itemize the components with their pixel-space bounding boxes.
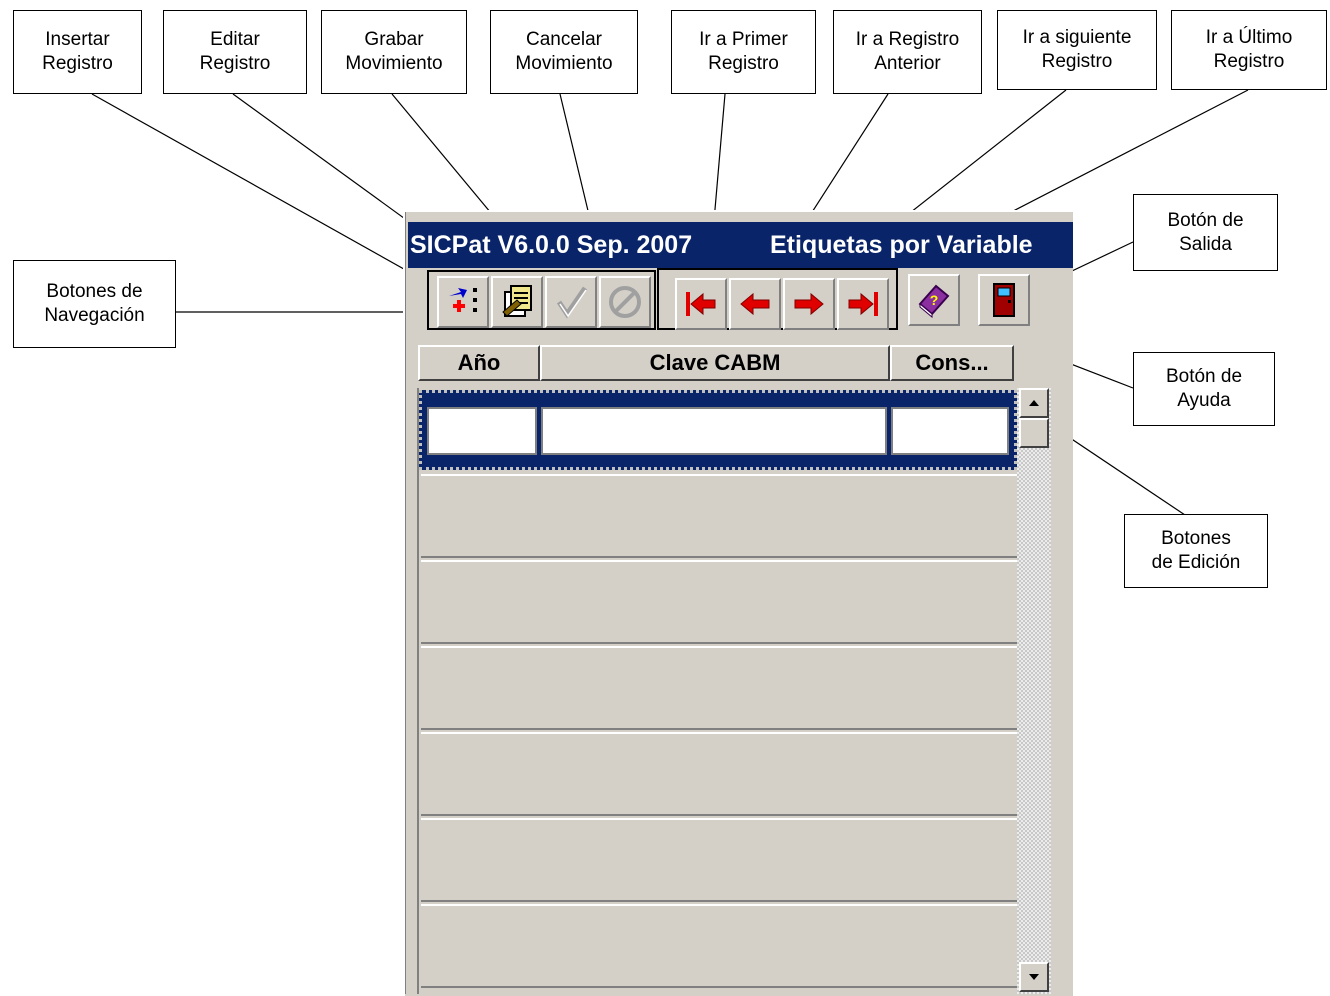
column-header-clave-cabm[interactable]: Clave CABM	[540, 345, 890, 381]
callout-ir-ultimo-registro: Ir a Último Registro	[1171, 10, 1327, 90]
table-row[interactable]	[421, 646, 1019, 730]
exit-button[interactable]	[978, 274, 1030, 326]
callout-ir-primer-registro: Ir a Primer Registro	[671, 10, 816, 94]
next-record-button[interactable]	[783, 278, 835, 330]
callout-ir-siguiente-registro: Ir a siguiente Registro	[997, 10, 1157, 90]
callout-insertar-registro: Insertar Registro	[13, 10, 142, 94]
previous-record-button[interactable]	[729, 278, 781, 330]
arrow-down-icon	[1029, 974, 1039, 980]
cancel-movement-button[interactable]	[599, 276, 651, 328]
exit-door-icon	[993, 283, 1015, 317]
arrow-left-icon	[740, 292, 770, 316]
arrow-last-icon	[848, 292, 878, 316]
column-header-cons[interactable]: Cons...	[890, 345, 1014, 381]
scroll-down-button[interactable]	[1019, 962, 1049, 992]
arrow-right-icon	[794, 292, 824, 316]
callout-cancelar-movimiento: Cancelar Movimiento	[490, 10, 638, 94]
checkmark-icon	[556, 286, 588, 319]
selected-record-row[interactable]	[419, 390, 1017, 470]
scroll-up-button[interactable]	[1019, 388, 1049, 418]
records-grid	[417, 388, 1019, 994]
save-movement-button[interactable]	[545, 276, 597, 328]
table-row[interactable]	[421, 904, 1019, 988]
callout-botones-edicion: Botones de Edición	[1124, 514, 1268, 588]
table-row[interactable]	[421, 474, 1019, 558]
table-row[interactable]	[421, 560, 1019, 644]
first-record-button[interactable]	[675, 278, 727, 330]
cancel-circle-icon	[609, 286, 641, 318]
window-titlebar: SICPat V6.0.0 Sep. 2007 Etiquetas por Va…	[408, 222, 1073, 268]
callout-boton-salida: Botón de Salida	[1133, 194, 1278, 271]
insert-record-button[interactable]	[437, 276, 489, 328]
callout-editar-registro: Editar Registro	[163, 10, 307, 94]
help-book-icon: ?	[918, 284, 950, 319]
table-row[interactable]	[421, 818, 1019, 902]
vertical-scrollbar[interactable]	[1017, 388, 1051, 994]
clave-cabm-input[interactable]	[541, 407, 887, 455]
arrow-up-icon	[1029, 400, 1039, 406]
edit-record-button[interactable]	[491, 276, 543, 328]
svg-text:?: ?	[930, 292, 939, 308]
callout-grabar-movimiento: Grabar Movimiento	[321, 10, 467, 94]
cons-input[interactable]	[891, 407, 1009, 455]
insert-record-icon	[449, 288, 477, 312]
ano-input[interactable]	[427, 407, 537, 455]
callout-ir-registro-anterior: Ir a Registro Anterior	[833, 10, 982, 94]
window-subtitle: Etiquetas por Variable	[770, 231, 1033, 259]
window-title: SICPat V6.0.0 Sep. 2007	[410, 231, 693, 259]
column-header-ano[interactable]: Año	[418, 345, 540, 381]
table-row[interactable]	[421, 732, 1019, 816]
last-record-button[interactable]	[837, 278, 889, 330]
arrow-first-icon	[686, 292, 716, 316]
callout-botones-navegacion: Botones de Navegación	[13, 260, 176, 348]
scroll-thumb[interactable]	[1019, 418, 1049, 448]
help-button[interactable]: ?	[908, 274, 960, 326]
callout-boton-ayuda: Botón de Ayuda	[1133, 352, 1275, 426]
edit-record-icon	[502, 285, 532, 317]
